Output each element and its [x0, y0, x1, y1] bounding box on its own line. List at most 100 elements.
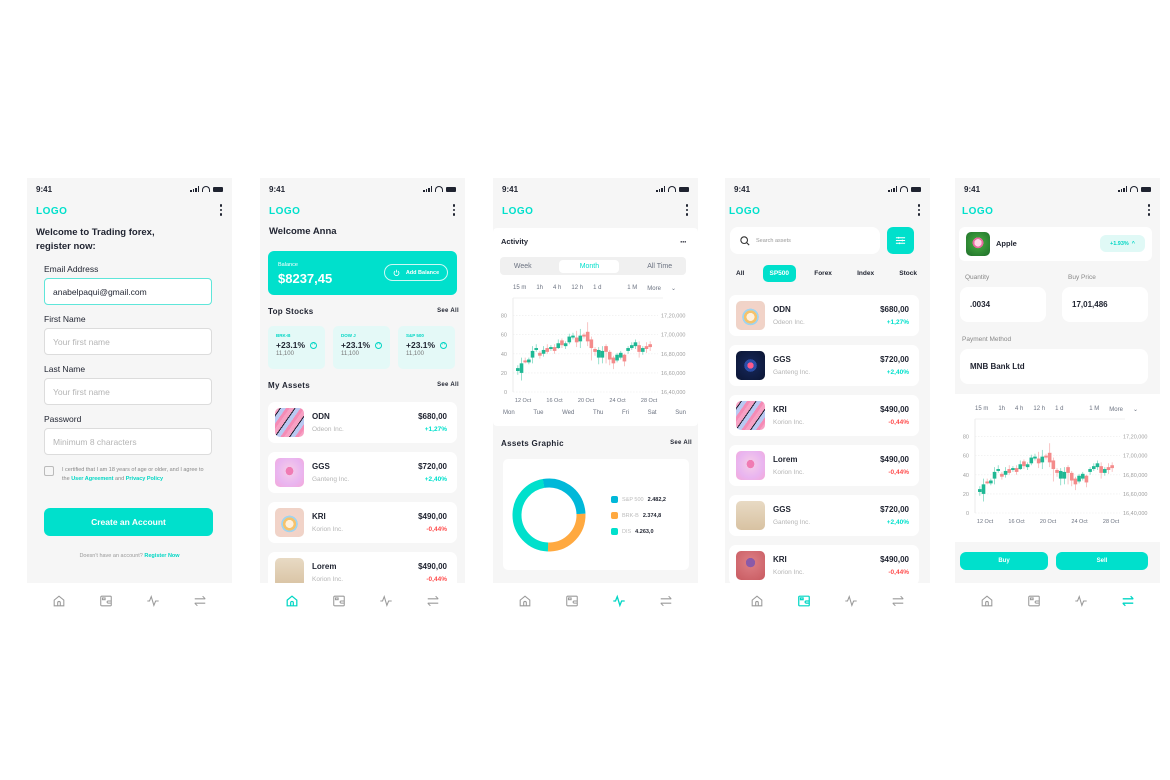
nav-transfer[interactable] — [656, 591, 676, 611]
nav-transfer[interactable] — [190, 591, 210, 611]
chip-index[interactable]: Index — [850, 265, 881, 282]
nav-wallet[interactable] — [329, 591, 349, 611]
nav-activity[interactable] — [841, 591, 861, 611]
chip-forex[interactable]: Forex — [807, 265, 839, 282]
stock-card[interactable]: BRK-B +23.1% ^ 11,100 — [268, 326, 325, 369]
balance-card: Balance $8237,45 Add Balance — [268, 251, 457, 295]
chip-sp500[interactable]: SP500 — [762, 264, 797, 282]
asset-company: Korion Inc. — [773, 469, 805, 476]
more-menu-icon[interactable] — [452, 204, 456, 216]
segment-month[interactable]: Month — [559, 259, 620, 273]
register-now-link[interactable]: Register Now — [144, 553, 179, 559]
stock-card[interactable]: S&P 500 +23.1% ^ 11,100 — [398, 326, 455, 369]
my-assets-see-all[interactable]: See All — [437, 382, 459, 388]
tf-4h[interactable]: 4 h — [1015, 406, 1023, 413]
nav-home[interactable] — [747, 591, 767, 611]
tf-more[interactable]: More ⌄ — [1109, 406, 1138, 413]
nav-transfer[interactable] — [1118, 591, 1138, 611]
search-input[interactable]: Search assets — [730, 227, 880, 254]
candle-body — [604, 346, 608, 352]
segment-all-time[interactable]: All Time — [647, 263, 672, 270]
asset-list-item[interactable]: Lorem Korion Inc. $490,00 -0,44% — [268, 552, 457, 583]
payment-method-select[interactable]: MNB Bank Ltd — [960, 349, 1148, 384]
tf-1M[interactable]: 1 M — [1089, 406, 1099, 413]
candle-body — [593, 349, 597, 352]
nav-home[interactable] — [515, 591, 535, 611]
asset-change: -0,44% — [426, 576, 447, 583]
nav-activity[interactable] — [143, 591, 163, 611]
candle-body — [633, 342, 638, 347]
more-menu-icon[interactable] — [1147, 204, 1151, 216]
nav-wallet[interactable] — [1024, 591, 1044, 611]
legend-label: BRK-B — [622, 512, 639, 519]
asset-list-item[interactable]: KRI Korion Inc. $490,00 -0,44% — [268, 502, 457, 543]
asset-header-card[interactable]: Apple +1.93% ^ — [959, 227, 1152, 261]
filter-button[interactable] — [887, 227, 914, 254]
nav-home[interactable] — [282, 591, 302, 611]
asset-thumbnail — [275, 408, 304, 437]
tf-15m[interactable]: 15 m — [975, 406, 988, 413]
tf-1h[interactable]: 1h — [998, 406, 1005, 413]
user-agreement-link[interactable]: User Agreement — [71, 476, 113, 482]
asset-list-item[interactable]: KRI Korion Inc. $490,00 -0,44% — [729, 545, 919, 583]
create-account-button[interactable]: Create an Account — [44, 508, 213, 536]
top-stocks-see-all[interactable]: See All — [437, 308, 459, 314]
asset-list-item[interactable]: GGS Ganteng Inc. $720,00 +2,40% — [729, 495, 919, 536]
chip-stock[interactable]: Stock — [892, 265, 924, 282]
quantity-field[interactable]: .0034 — [960, 287, 1046, 322]
privacy-policy-link[interactable]: Privacy Policy — [126, 476, 163, 482]
asset-list-item[interactable]: KRI Korion Inc. $490,00 -0,44% — [729, 395, 919, 436]
nav-transfer[interactable] — [888, 591, 908, 611]
tf-4h[interactable]: 4 h — [553, 285, 561, 292]
tf-12h[interactable]: 12 h — [1033, 406, 1045, 413]
tf-1M[interactable]: 1 M — [627, 285, 637, 292]
more-horizontal-icon[interactable]: ··· — [680, 237, 687, 247]
more-menu-icon[interactable] — [917, 204, 921, 216]
home-icon — [53, 595, 64, 606]
tf-1d[interactable]: 1 d — [1055, 406, 1063, 413]
buy-price-field[interactable]: 17,01,486 — [1062, 287, 1148, 322]
candle-body — [519, 363, 524, 373]
chip-all[interactable]: All — [729, 265, 751, 282]
tf-12h[interactable]: 12 h — [571, 285, 583, 292]
asset-change: -0,44% — [888, 469, 909, 476]
last-name-field[interactable]: Your first name — [44, 378, 212, 405]
nav-wallet[interactable] — [562, 591, 582, 611]
certify-checkbox[interactable] — [44, 466, 54, 476]
nav-activity[interactable] — [609, 591, 629, 611]
nav-home[interactable] — [977, 591, 997, 611]
wifi-icon — [1130, 186, 1138, 192]
asset-list-item[interactable]: ODN Odeon Inc. $680,00 +1,27% — [729, 295, 919, 336]
tf-15m[interactable]: 15 m — [513, 285, 526, 292]
candle-body — [527, 359, 531, 363]
asset-list-item[interactable]: GGS Ganteng Inc. $720,00 +2,40% — [268, 452, 457, 493]
candle-body — [607, 351, 612, 360]
stock-card[interactable]: DOW J +23.1% ^ 11,100 — [333, 326, 390, 369]
tf-more[interactable]: More ⌄ — [647, 285, 676, 292]
asset-list-item[interactable]: GGS Ganteng Inc. $720,00 +2,40% — [729, 345, 919, 386]
first-name-field[interactable]: Your first name — [44, 328, 212, 355]
buy-button[interactable]: Buy — [960, 552, 1048, 570]
assets-graphic-see-all[interactable]: See All — [670, 440, 692, 446]
nav-home[interactable] — [49, 591, 69, 611]
chevron-up-icon: ^ — [1131, 240, 1136, 247]
sell-button[interactable]: Sell — [1056, 552, 1148, 570]
x-tick-label: 12 Oct — [977, 519, 994, 525]
nav-wallet[interactable] — [794, 591, 814, 611]
segment-week[interactable]: Week — [514, 263, 532, 270]
tf-1h[interactable]: 1h — [536, 285, 543, 292]
nav-activity[interactable] — [1071, 591, 1091, 611]
asset-list-item[interactable]: Lorem Korion Inc. $490,00 -0,44% — [729, 445, 919, 486]
email-field[interactable]: anabelpaqui@gmail.com — [44, 278, 212, 305]
more-menu-icon[interactable] — [685, 204, 689, 216]
asset-list-item[interactable]: ODN Odeon Inc. $680,00 +1,27% — [268, 402, 457, 443]
password-field[interactable]: Minimum 8 characters — [44, 428, 212, 455]
more-menu-icon[interactable] — [219, 204, 223, 216]
candle-body — [1044, 455, 1048, 458]
tf-1d[interactable]: 1 d — [593, 285, 601, 292]
nav-transfer[interactable] — [423, 591, 443, 611]
nav-wallet[interactable] — [96, 591, 116, 611]
candle-body — [996, 469, 1001, 471]
nav-activity[interactable] — [376, 591, 396, 611]
add-balance-button[interactable]: Add Balance — [384, 264, 448, 281]
